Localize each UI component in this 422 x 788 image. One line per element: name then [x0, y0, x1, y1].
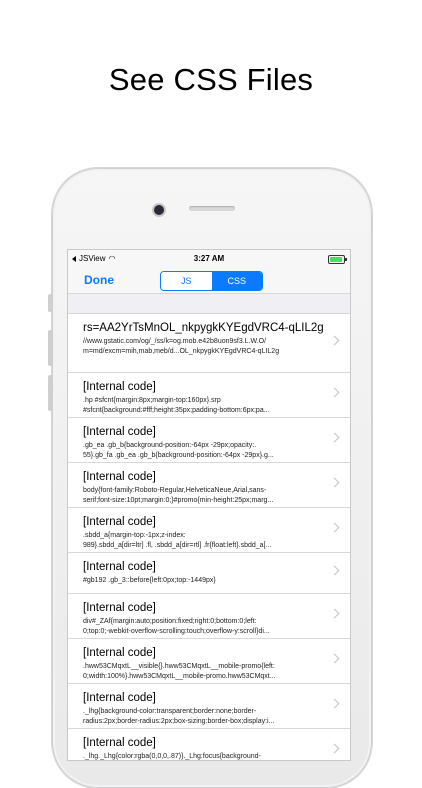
js-css-segmented-control: JS CSS	[160, 271, 263, 291]
css-file-row[interactable]: [Internal code] .hp #sfcnt{margin:8px;mar…	[68, 373, 350, 418]
css-file-title: [Internal code]	[83, 561, 156, 573]
css-code-preview: ._lhg{background-color:transparent;borde…	[83, 708, 257, 715]
css-file-title: [Internal code]	[83, 692, 156, 704]
front-camera	[154, 205, 164, 215]
css-code-preview: #gb192 .gb_3::before{left:0px;top:-1449p…	[83, 577, 216, 584]
css-file-row[interactable]: [Internal code] ._lhg._Lhg{color:rgba(0,0…	[68, 729, 350, 760]
css-file-row[interactable]: [Internal code] div#_ZAf{margin:auto;posi…	[68, 594, 350, 639]
css-code-preview: #sfcnt{background:#fff;height:35px;paddi…	[83, 407, 270, 414]
css-file-row[interactable]: [Internal code] .gb_ea .gb_b{background-p…	[68, 418, 350, 463]
css-code-preview: //www.gstatic.com/og/_/ss/k=og.mob.e42b8…	[83, 338, 267, 345]
segment-js[interactable]: JS	[161, 272, 212, 290]
chevron-right-icon	[329, 432, 340, 443]
css-code-preview: body{font-family:Roboto-Regular,Helvetic…	[83, 487, 267, 494]
css-code-preview: .sbdd_a{margin-top:-1px;z-index:	[83, 532, 186, 539]
css-file-row[interactable]: [Internal code] .hww53CMqxtL__visible{}.h…	[68, 639, 350, 684]
chevron-right-icon	[329, 608, 340, 619]
css-code-preview: 989}.sbdd_a[dir=ltr] .fl, .sbdd_a[dir=rt…	[83, 542, 272, 549]
css-file-list: rs=AA2YrTsMnOL_nkpygkKYEgdVRC4-qLIL2g //w…	[68, 314, 350, 760]
phone-screen: JSView ◠ 3:27 AM Done JS CSS rs=AA2YrTsM…	[67, 249, 351, 761]
css-code-preview: 0;top:0;-webkit-overflow-scrolling:touch…	[83, 628, 270, 635]
css-file-row[interactable]: [Internal code]#gb192 .gb_3::before{left…	[68, 553, 350, 594]
css-code-preview: ._lhg._Lhg{color:rgba(0,0,0,.87)}._Lhg:f…	[83, 753, 261, 760]
chevron-right-icon	[329, 522, 340, 533]
css-code-preview: serif;font-size:10pt;margin:0;}#promo{mi…	[83, 497, 274, 504]
css-file-title: rs=AA2YrTsMnOL_nkpygkKYEgdVRC4-qLIL2g	[83, 322, 324, 334]
css-code-preview: m=md/excm=mih,mab,meb/d...OL_nkpygkKYEgd…	[83, 348, 280, 355]
chevron-right-icon	[329, 698, 340, 709]
css-code-preview: .hp #sfcnt{margin:8px;margin-top:160px}.…	[83, 397, 221, 404]
earpiece-speaker	[189, 206, 235, 211]
css-file-row[interactable]: [Internal code] body{font-family:Roboto-R…	[68, 463, 350, 508]
done-button[interactable]: Done	[84, 273, 114, 287]
navigation-bar: Done JS CSS	[68, 267, 350, 294]
status-bar: JSView ◠ 3:27 AM	[68, 250, 350, 267]
side-button-mute	[48, 294, 52, 312]
headline: See CSS Files	[108, 62, 314, 97]
css-file-row[interactable]: rs=AA2YrTsMnOL_nkpygkKYEgdVRC4-qLIL2g //w…	[68, 314, 350, 373]
css-file-title: [Internal code]	[83, 426, 156, 438]
css-file-title: [Internal code]	[83, 647, 156, 659]
status-time: 3:27 AM	[193, 254, 225, 263]
css-code-preview: .gb_ea .gb_b{background-position:-64px -…	[83, 442, 257, 449]
css-file-title: [Internal code]	[83, 602, 156, 614]
chevron-right-icon	[329, 335, 340, 346]
side-button-volume-down	[48, 375, 52, 411]
css-code-preview: 55}.gb_fa .gb_ea .gb_b{background-positi…	[83, 452, 274, 459]
chevron-right-icon	[329, 743, 340, 754]
css-code-preview: 0;width:100%}.hww53CMqxtL__mobile-promo.…	[83, 673, 276, 680]
chevron-right-icon	[329, 653, 340, 664]
chevron-right-icon	[329, 387, 340, 398]
css-file-row[interactable]: [Internal code] .sbdd_a{margin-top:-1px;z…	[68, 508, 350, 553]
css-code-preview: radius:2px;border-radius:2px;box-sizing:…	[83, 718, 275, 725]
css-file-row[interactable]: [Internal code] ._lhg{background-color:tr…	[68, 684, 350, 729]
css-file-title: [Internal code]	[83, 381, 156, 393]
chevron-right-icon	[329, 477, 340, 488]
chevron-right-icon	[329, 565, 340, 576]
segment-css[interactable]: CSS	[211, 272, 262, 290]
battery-icon	[328, 255, 347, 264]
css-file-title: [Internal code]	[83, 737, 156, 749]
side-button-volume-up	[48, 330, 52, 366]
css-code-preview: .hww53CMqxtL__visible{}.hww53CMqxtL__mob…	[83, 663, 275, 670]
css-code-preview: div#_ZAf{margin:auto;position:fixed;righ…	[83, 618, 257, 625]
section-header	[68, 294, 350, 314]
css-file-title: [Internal code]	[83, 471, 156, 483]
css-file-title: [Internal code]	[83, 516, 156, 528]
